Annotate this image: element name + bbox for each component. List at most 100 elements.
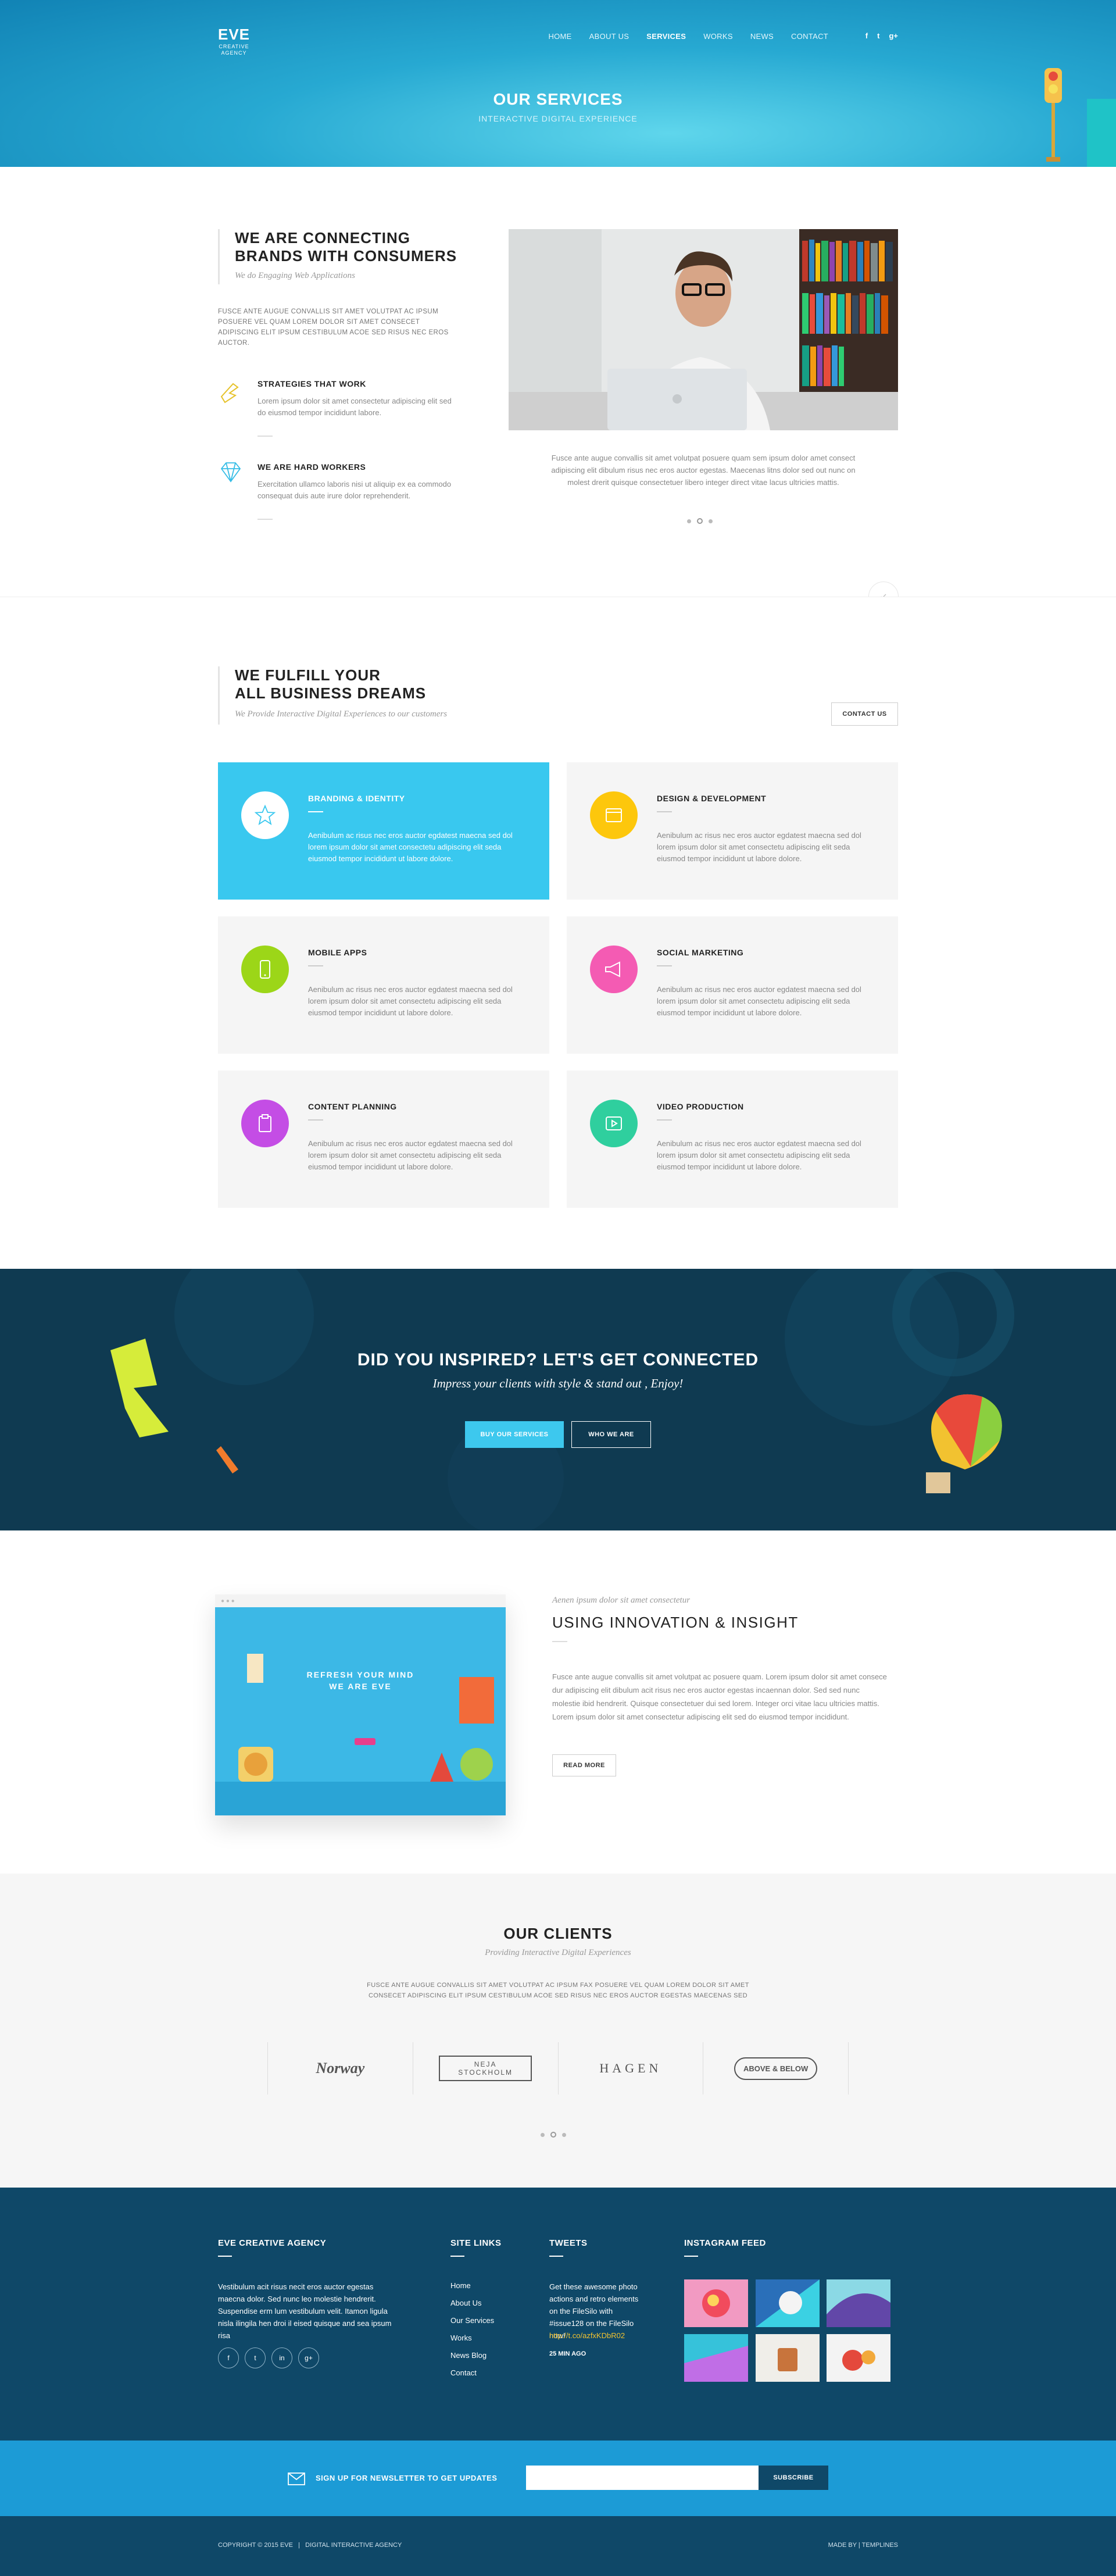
clients-heading: OUR CLIENTS (503, 1925, 613, 1942)
nav-contact[interactable]: CONTACT (791, 32, 828, 41)
footer-divider (450, 2256, 464, 2257)
client-logo-norway[interactable]: Norway (267, 2042, 413, 2095)
clients-section: OUR CLIENTS Providing Interactive Digita… (0, 1874, 1116, 2188)
carousel-dot-active[interactable] (550, 2131, 556, 2138)
linkedin-icon[interactable]: in (271, 2347, 292, 2368)
instagram-thumb[interactable] (827, 2334, 890, 2382)
service-card-video-production[interactable]: VIDEO PRODUCTION Aenibulum ac risus nec … (567, 1071, 898, 1208)
tweet-link[interactable]: http://t.co/azfxKDbR02 (549, 2329, 625, 2342)
twitter-icon[interactable]: t (877, 31, 879, 40)
client-logo-neja[interactable]: NEJA STOCKHOLM (412, 2042, 558, 2095)
service-divider (308, 1119, 323, 1121)
innovation-divider (552, 1641, 567, 1642)
instagram-thumb[interactable] (684, 2279, 748, 2327)
carousel-dot[interactable] (541, 2133, 545, 2137)
clients-carousel-dots (538, 2129, 569, 2140)
carousel-dot[interactable] (709, 519, 713, 523)
footer-link-works[interactable]: Works (450, 2329, 494, 2347)
feature-title-hard-workers: WE ARE HARD WORKERS (257, 462, 366, 472)
service-title: MOBILE APPS (308, 948, 367, 957)
footer-divider (549, 2256, 563, 2257)
who-we-are-button[interactable]: WHO WE ARE (571, 1421, 651, 1448)
innovation-kicker: Aenen ipsum dolor sit amet consectetur (552, 1596, 691, 1605)
feature-text-hard-workers: Exercitation ullamco laboris nisi ut ali… (257, 480, 452, 500)
instagram-thumb[interactable] (684, 2334, 748, 2382)
intro-carousel-dots (684, 516, 716, 526)
cta-subheading: Impress your clients with style & stand … (432, 1376, 684, 1390)
instagram-thumb[interactable] (756, 2279, 820, 2327)
feature-title-strategies: STRATEGIES THAT WORK (257, 379, 366, 388)
service-card-design-development[interactable]: DESIGN & DEVELOPMENT Aenibulum ac risus … (567, 762, 898, 900)
footer-link-about[interactable]: About Us (450, 2295, 494, 2312)
google-plus-icon[interactable]: g+ (889, 31, 898, 40)
service-card-mobile-apps[interactable]: MOBILE APPS Aenibulum ac risus nec eros … (218, 916, 549, 1054)
feature-text-strategies: Lorem ipsum dolor sit amet consectetur a… (257, 397, 452, 417)
nav-services[interactable]: SERVICES (646, 32, 686, 41)
service-icon-circle (241, 946, 289, 993)
footer-about-title: EVE CREATIVE AGENCY (218, 2238, 327, 2248)
cta-section: DID YOU INSPIRED? LET'S GET CONNECTED Im… (0, 1269, 1116, 1530)
carousel-dot-active[interactable] (697, 518, 703, 524)
service-divider (308, 965, 323, 966)
read-more-button[interactable]: READ MORE (552, 1754, 616, 1776)
innovation-heading: USING INNOVATION & INSIGHT (552, 1614, 799, 1631)
star-icon (254, 804, 276, 826)
service-title: SOCIAL MARKETING (657, 948, 744, 957)
service-card-social-marketing[interactable]: SOCIAL MARKETING Aenibulum ac risus nec … (567, 916, 898, 1054)
logo-mark: EVE (218, 26, 251, 43)
footer-link-services[interactable]: Our Services (450, 2312, 494, 2329)
logo-sub-line2: AGENCY (221, 50, 247, 56)
photo-caption: Fusce ante augue convallis sit amet volu… (551, 454, 856, 487)
client-logo-hagen[interactable]: HAGEN (557, 2042, 703, 2095)
google-plus-icon[interactable]: g+ (298, 2347, 319, 2368)
contact-us-button[interactable]: CONTACT US (831, 702, 898, 726)
service-icon-circle (241, 791, 289, 839)
nav-works[interactable]: WORKS (703, 32, 733, 41)
nav-news[interactable]: NEWS (750, 32, 774, 41)
clients-text: FUSCE ANTE AUGUE CONVALLIS SIT AMET VOLU… (367, 1982, 749, 1999)
subscribe-button[interactable]: SUBSCRIBE (759, 2466, 828, 2490)
service-divider (657, 811, 672, 812)
service-title: BRANDING & IDENTITY (308, 794, 405, 803)
client-logo-above-below[interactable]: ABOVE & BELOW (703, 2042, 849, 2095)
service-text: Aenibulum ac risus nec eros auctor egdat… (657, 1139, 861, 1171)
services-tagline: We Provide Interactive Digital Experienc… (235, 709, 448, 719)
man-with-laptop-photo (509, 229, 898, 430)
footer-link-news[interactable]: News Blog (450, 2347, 494, 2364)
innovation-section: ● ● ● REFRESH YOUR MIND WE ARE EVE Aenen… (0, 1530, 1116, 1874)
buy-our-services-button[interactable]: BUY OUR SERVICES (465, 1421, 564, 1448)
mockup-browser-bar: ● ● ● (215, 1594, 506, 1607)
service-text: Aenibulum ac risus nec eros auctor egdat… (657, 831, 861, 863)
service-card-content-planning[interactable]: CONTENT PLANNING Aenibulum ac risus nec … (218, 1071, 549, 1208)
logo-sub-line1: CREATIVE (219, 44, 249, 49)
twitter-icon[interactable]: t (245, 2347, 266, 2368)
envelope-icon (288, 2472, 305, 2485)
diamond-icon (220, 462, 241, 483)
service-card-branding[interactable]: BRANDING & IDENTITY Aenibulum ac risus n… (218, 762, 549, 900)
cta-heading: DID YOU INSPIRED? LET'S GET CONNECTED (357, 1350, 759, 1369)
service-icon-circle (590, 1100, 638, 1147)
tweet-time: 25 MIN AGO (549, 2350, 586, 2357)
intro-heading-line1: WE ARE CONNECTING (235, 229, 411, 247)
carousel-dot[interactable] (562, 2133, 566, 2137)
footer-link-contact[interactable]: Contact (450, 2364, 494, 2382)
carousel-dot[interactable] (687, 519, 691, 523)
website-mockup: ● ● ● REFRESH YOUR MIND WE ARE EVE (215, 1594, 506, 1815)
footer-link-home[interactable]: Home (450, 2277, 494, 2295)
instagram-thumb[interactable] (827, 2279, 890, 2327)
newsletter-label: SIGN UP FOR NEWSLETTER TO GET UPDATES (316, 2474, 498, 2482)
nav-about-us[interactable]: ABOUT US (589, 32, 629, 41)
facebook-icon[interactable]: f (218, 2347, 239, 2368)
instagram-thumb[interactable] (756, 2334, 820, 2382)
service-icon-circle (590, 791, 638, 839)
service-icon-circle (241, 1100, 289, 1147)
nav-home[interactable]: HOME (548, 32, 571, 41)
service-title: DESIGN & DEVELOPMENT (657, 794, 767, 803)
logo[interactable]: EVE CREATIVE AGENCY (218, 26, 250, 56)
newsletter-bar: SIGN UP FOR NEWSLETTER TO GET UPDATES SU… (0, 2441, 1116, 2516)
services-heading-line2: ALL BUSINESS DREAMS (235, 684, 427, 702)
newsletter-email-input[interactable] (526, 2466, 759, 2490)
made-by-text: MADE BY | TEMPLINES (828, 2542, 898, 2549)
service-title: VIDEO PRODUCTION (657, 1102, 744, 1111)
facebook-icon[interactable]: f (865, 31, 868, 40)
